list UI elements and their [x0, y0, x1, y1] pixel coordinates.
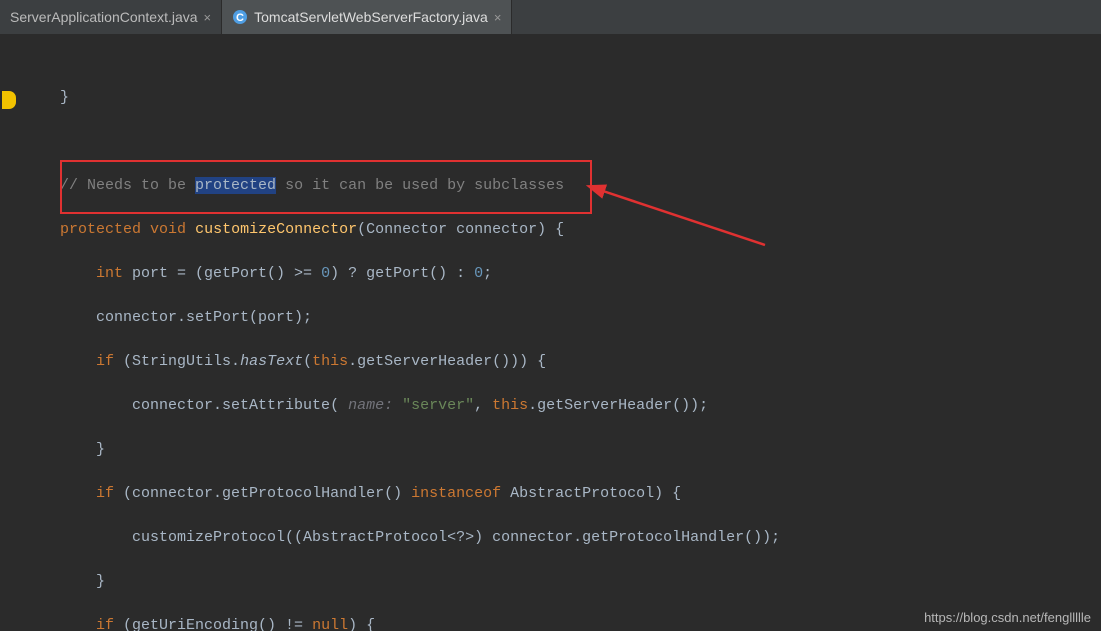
code-line: } [24, 571, 1101, 593]
editor-tab-bar: ServerApplicationContext.java × C Tomcat… [0, 0, 1101, 35]
watermark-text: https://blog.csdn.net/fengllllle [924, 610, 1091, 625]
lightbulb-icon[interactable] [2, 91, 16, 109]
code-line: protected void customizeConnector(Connec… [24, 219, 1101, 241]
tab-label: TomcatServletWebServerFactory.java [254, 9, 488, 25]
code-line: if (connector.getProtocolHandler() insta… [24, 483, 1101, 505]
code-editor[interactable]: } // Needs to be protected so it can be … [0, 35, 1101, 631]
code-line [24, 131, 1101, 153]
close-icon[interactable]: × [494, 10, 502, 25]
code-line: } [24, 87, 1101, 109]
code-line: if (StringUtils.hasText(this.getServerHe… [24, 351, 1101, 373]
code-line: connector.setAttribute( name: "server", … [24, 395, 1101, 417]
editor-tab-inactive[interactable]: ServerApplicationContext.java × [0, 0, 222, 34]
code-line: // Needs to be protected so it can be us… [24, 175, 1101, 197]
close-icon[interactable]: × [204, 10, 212, 25]
editor-tab-active[interactable]: C TomcatServletWebServerFactory.java × [222, 0, 512, 34]
code-line: customizeProtocol((AbstractProtocol<?>) … [24, 527, 1101, 549]
class-file-icon: C [232, 9, 248, 25]
code-line: } [24, 439, 1101, 461]
code-line: int port = (getPort() >= 0) ? getPort() … [24, 263, 1101, 285]
tab-label: ServerApplicationContext.java [10, 9, 198, 25]
svg-text:C: C [236, 12, 244, 24]
code-line: connector.setPort(port); [24, 307, 1101, 329]
